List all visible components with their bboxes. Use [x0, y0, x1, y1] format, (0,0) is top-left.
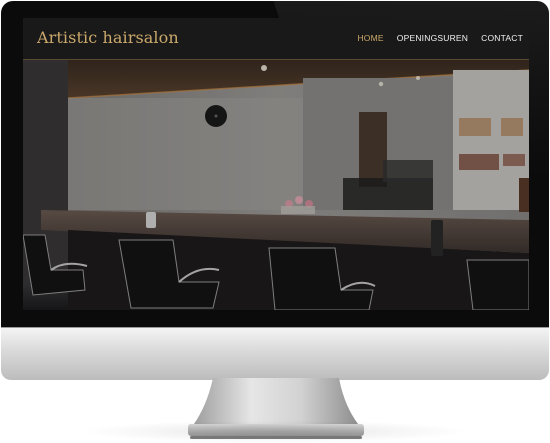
monitor-bezel: Artistic hairsalon HOME OPENINGSUREN CON…: [1, 1, 549, 327]
salon-interior-illustration: [23, 60, 529, 310]
main-nav: HOME OPENINGSUREN CONTACT: [357, 33, 523, 43]
desk-shadow: [80, 420, 470, 443]
nav-contact-link[interactable]: CONTACT: [481, 33, 523, 43]
hero-image-salon-interior: [23, 60, 529, 310]
nav-openingsuren-link[interactable]: OPENINGSUREN: [397, 33, 468, 43]
site-header: Artistic hairsalon HOME OPENINGSUREN CON…: [23, 18, 529, 60]
nav-home-link[interactable]: HOME: [357, 33, 383, 43]
site-logo[interactable]: Artistic hairsalon: [37, 28, 179, 47]
website-screen: Artistic hairsalon HOME OPENINGSUREN CON…: [23, 18, 529, 310]
